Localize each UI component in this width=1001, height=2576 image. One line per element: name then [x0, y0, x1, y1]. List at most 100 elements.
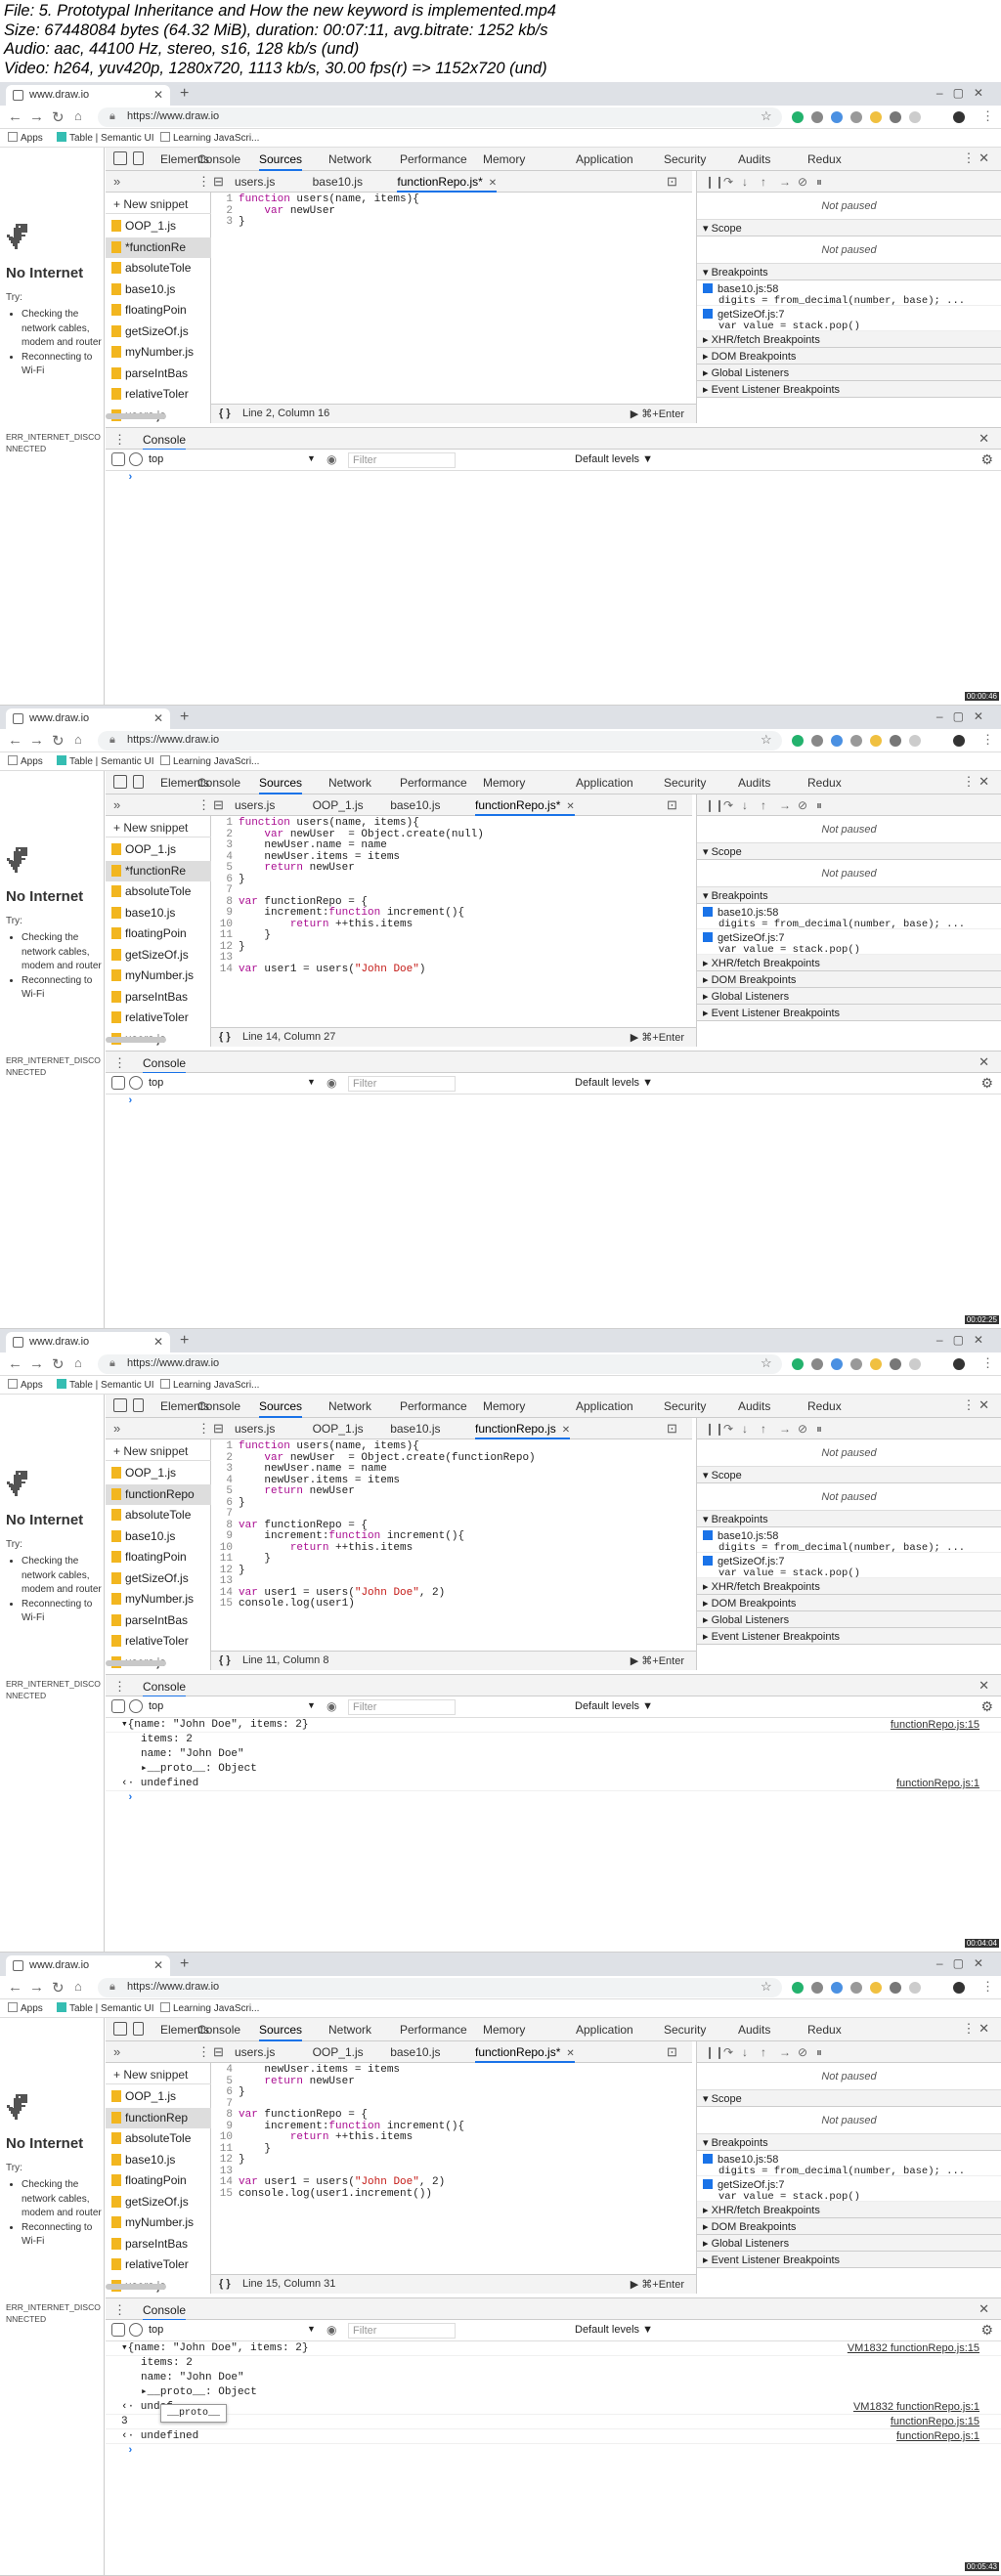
close-drawer-icon[interactable]: ✕: [979, 1054, 989, 1070]
navigator-file[interactable]: base10.js: [106, 2150, 211, 2171]
file-tab[interactable]: base10.js: [390, 798, 440, 812]
file-tab[interactable]: OOP_1.js: [313, 1422, 364, 1436]
file-tab[interactable]: base10.js: [313, 175, 363, 189]
breakpoint-checkbox[interactable]: [703, 932, 713, 942]
drawer-menu-icon[interactable]: ⋮: [113, 1055, 126, 1071]
devtools-tab-audits[interactable]: Audits: [738, 152, 770, 166]
file-tab[interactable]: base10.js: [390, 2045, 440, 2059]
step-out-icon[interactable]: ↑: [761, 1422, 773, 1436]
extension-icon[interactable]: [792, 1982, 804, 1994]
device-toolbar-icon[interactable]: [133, 775, 144, 789]
step-icon[interactable]: →: [779, 2045, 792, 2059]
bookmark-star-icon[interactable]: ☆: [761, 732, 772, 748]
new-snippet-button[interactable]: + New snippet: [106, 816, 211, 837]
clear-console-icon[interactable]: [129, 2323, 143, 2337]
gear-icon[interactable]: ⚙: [980, 1075, 993, 1092]
bookmark-apps[interactable]: Apps: [8, 1379, 43, 1391]
console-tab[interactable]: Console: [143, 2303, 187, 2321]
close-tab-icon[interactable]: ✕: [562, 1425, 570, 1436]
bookmark-semantic[interactable]: Table | Semantic UI: [57, 755, 154, 767]
reload-icon[interactable]: ↻: [52, 108, 65, 126]
devtools-tab-network[interactable]: Network: [328, 1399, 371, 1413]
navigator-file[interactable]: absoluteTole: [106, 881, 211, 903]
navigator-scrollbar[interactable]: [106, 2284, 166, 2290]
new-snippet-button[interactable]: + New snippet: [106, 1439, 211, 1461]
context-select[interactable]: top: [149, 1700, 163, 1712]
bookmark-apps[interactable]: Apps: [8, 132, 43, 144]
navigator-file[interactable]: relativeToler: [106, 384, 211, 406]
deactivate-icon[interactable]: ⊘: [798, 2045, 810, 2059]
navigator-file[interactable]: floatingPoin: [106, 1547, 211, 1568]
step-out-icon[interactable]: ↑: [761, 2045, 773, 2059]
breakpoint-item[interactable]: getSizeOf.js:7 var value = stack.pop(): [697, 306, 1001, 332]
file-tab[interactable]: users.js: [235, 175, 275, 189]
devtools-tab-application[interactable]: Application: [576, 2023, 633, 2037]
drawer-menu-icon[interactable]: ⋮: [113, 432, 126, 448]
navigator-file[interactable]: *functionRe: [106, 236, 211, 258]
show-navigator-icon[interactable]: »: [113, 174, 120, 189]
navigator-file[interactable]: parseIntBas: [106, 1610, 211, 1632]
console-sidebar-icon[interactable]: [111, 2323, 125, 2337]
console-tab[interactable]: Console: [143, 1056, 187, 1074]
gear-icon[interactable]: ⚙: [980, 2322, 993, 2339]
section-header[interactable]: ▸ DOM Breakpoints: [697, 2218, 1001, 2235]
devtools-tab-performance[interactable]: Performance: [400, 2023, 467, 2037]
console-sidebar-icon[interactable]: [111, 452, 125, 466]
bookmark-learning[interactable]: Learning JavaScri...: [160, 1379, 259, 1391]
navigator-menu-icon[interactable]: ⋮: [197, 797, 210, 813]
device-toolbar-icon[interactable]: [133, 151, 144, 165]
pause-exceptions-icon[interactable]: ⏸: [816, 2045, 829, 2059]
devtools-tab-performance[interactable]: Performance: [400, 1399, 467, 1413]
extension-icon[interactable]: [831, 1358, 843, 1370]
context-select[interactable]: top: [149, 1077, 163, 1089]
breakpoint-item[interactable]: getSizeOf.js:7 var value = stack.pop(): [697, 1553, 1001, 1579]
new-tab-icon[interactable]: +: [180, 1955, 189, 1973]
navigator-file[interactable]: OOP_1.js: [106, 2086, 211, 2108]
url-input[interactable]: 🔒︎ https://www.draw.io: [98, 107, 782, 127]
extension-icon[interactable]: [890, 1982, 901, 1994]
context-select[interactable]: top: [149, 2324, 163, 2336]
extension-icon[interactable]: [909, 1982, 921, 1994]
console-tab[interactable]: Console: [143, 1680, 187, 1697]
drawer-menu-icon[interactable]: ⋮: [113, 2302, 126, 2318]
filter-input[interactable]: Filter: [348, 2323, 456, 2339]
step-icon[interactable]: →: [779, 1422, 792, 1436]
window-controls[interactable]: –▢✕: [936, 86, 993, 100]
navigator-file[interactable]: *functionRe: [106, 860, 211, 881]
section-header[interactable]: ▸ Event Listener Breakpoints: [697, 1005, 1001, 1021]
clear-console-icon[interactable]: [129, 1076, 143, 1090]
step-over-icon[interactable]: ↷: [723, 2045, 736, 2059]
levels-dropdown[interactable]: Default levels ▼: [575, 1077, 653, 1089]
navigator-file[interactable]: floatingPoin: [106, 923, 211, 945]
navigator-file[interactable]: relativeToler: [106, 1631, 211, 1653]
step-icon[interactable]: →: [779, 798, 792, 812]
navigator-menu-icon[interactable]: ⋮: [197, 174, 210, 190]
pause-icon[interactable]: ❙❙: [705, 175, 724, 189]
close-tab-icon[interactable]: ✕: [566, 801, 574, 812]
console-tab[interactable]: Console: [143, 433, 187, 451]
navigator-file[interactable]: OOP_1.js: [106, 839, 211, 861]
devtools-tab-security[interactable]: Security: [664, 152, 706, 166]
section-header[interactable]: ▸ XHR/fetch Breakpoints: [697, 1578, 1001, 1595]
scope-header[interactable]: ▾ Scope: [697, 843, 1001, 860]
devtools-tab-sources[interactable]: Sources: [259, 1399, 303, 1418]
close-icon[interactable]: ✕: [153, 1958, 163, 1972]
scope-header[interactable]: ▾ Scope: [697, 2090, 1001, 2107]
chevron-down-icon[interactable]: ▼: [307, 453, 316, 463]
run-snippet-button[interactable]: ▶ ⌘+Enter: [631, 408, 684, 420]
home-icon[interactable]: ⌂: [74, 1355, 82, 1370]
navigator-file[interactable]: getSizeOf.js: [106, 1568, 211, 1590]
profile-icon[interactable]: [953, 735, 965, 747]
source-link[interactable]: VM1832 functionRepo.js:15: [848, 2341, 979, 2356]
scope-header[interactable]: ▾ Scope: [697, 220, 1001, 236]
navigator-file[interactable]: base10.js: [106, 903, 211, 924]
navigator-file[interactable]: relativeToler: [106, 2254, 211, 2276]
devtools-tab-sources[interactable]: Sources: [259, 2023, 303, 2041]
navigator-file[interactable]: parseIntBas: [106, 364, 211, 385]
file-tab[interactable]: functionRepo.js* ✕: [475, 798, 575, 816]
devtools-tab-security[interactable]: Security: [664, 2023, 706, 2037]
breakpoint-item[interactable]: base10.js:58 digits = from_decimal(number…: [697, 904, 1001, 930]
step-out-icon[interactable]: ↑: [761, 175, 773, 189]
navigator-file[interactable]: OOP_1.js: [106, 216, 211, 237]
filter-input[interactable]: Filter: [348, 452, 456, 468]
